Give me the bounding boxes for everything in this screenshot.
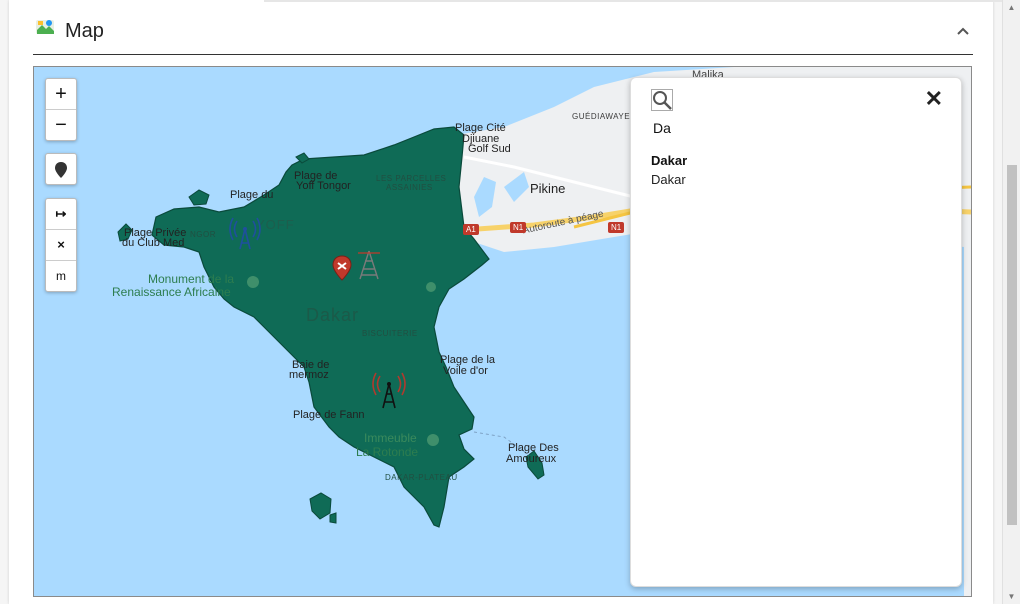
map-app-icon bbox=[36, 20, 54, 34]
map-label: Immeuble bbox=[364, 431, 417, 445]
map-label: DAKAR-PLATEAU bbox=[385, 473, 458, 482]
map-label: du Club Med bbox=[122, 237, 185, 249]
map-label: Pikine bbox=[530, 181, 566, 196]
map-label: Voile d'or bbox=[443, 365, 488, 377]
unit-toggle-button[interactable]: m bbox=[46, 261, 76, 291]
section-title: Map bbox=[65, 20, 104, 42]
zoom-out-button[interactable]: − bbox=[46, 110, 76, 140]
radio-tower-blue-icon[interactable] bbox=[228, 215, 262, 251]
marker-control bbox=[45, 153, 77, 185]
measure-control: ↦ × m bbox=[45, 198, 77, 292]
map-label: ASSAINIES bbox=[386, 183, 433, 192]
map-label: Yoff Tongor bbox=[296, 180, 351, 192]
map-label: Plage de Fann bbox=[293, 409, 365, 421]
map-label: Renaissance Africaine bbox=[112, 285, 231, 299]
map-label: mermoz bbox=[289, 369, 329, 381]
map-pin-red-icon[interactable] bbox=[330, 254, 354, 282]
search-input[interactable] bbox=[653, 118, 933, 138]
close-icon[interactable]: ✕ bbox=[925, 88, 943, 110]
measure-button[interactable]: ↦ bbox=[46, 199, 76, 230]
search-result-item[interactable]: Dakar Dakar bbox=[651, 153, 687, 187]
map-label: La Rotonde bbox=[356, 445, 419, 459]
map-label: NGOR bbox=[190, 230, 216, 239]
map-label: Amoureux bbox=[506, 453, 557, 465]
radio-tower-red-icon[interactable] bbox=[370, 370, 408, 410]
road-shield-n1: N1 bbox=[510, 222, 527, 233]
map-label: Dakar bbox=[306, 305, 360, 325]
map-section-header: Map bbox=[33, 10, 973, 55]
map-label: LES PARCELLES bbox=[376, 174, 447, 183]
road-shield-n1: N1 bbox=[608, 222, 625, 233]
result-name: Dakar bbox=[651, 153, 688, 168]
map-label: BISCUITERIE bbox=[362, 329, 418, 338]
scroll-up-arrow-icon[interactable]: ▲ bbox=[1007, 3, 1016, 12]
chevron-up-icon[interactable] bbox=[953, 22, 973, 42]
scrollbar-thumb[interactable] bbox=[1007, 165, 1017, 525]
search-icon[interactable] bbox=[651, 89, 673, 111]
map-label: Monument de la bbox=[148, 272, 235, 286]
radio-tower-gray-icon[interactable] bbox=[354, 247, 384, 281]
result-subtitle: Dakar bbox=[651, 172, 686, 187]
scroll-down-arrow-icon[interactable]: ▼ bbox=[1007, 592, 1016, 601]
clear-measure-button[interactable]: × bbox=[46, 230, 76, 261]
map-label: Golf Sud bbox=[468, 143, 511, 155]
map-label: GUÉDIAWAYE bbox=[572, 112, 631, 121]
location-pin-icon bbox=[55, 161, 67, 178]
card-divider bbox=[264, 0, 1004, 2]
location-pin-button[interactable] bbox=[46, 154, 76, 184]
zoom-in-button[interactable]: + bbox=[46, 79, 76, 110]
road-shield-a1: A1 bbox=[463, 224, 479, 235]
map-label: Plage du bbox=[230, 189, 274, 201]
zoom-control: + − bbox=[45, 78, 77, 141]
search-panel: ✕ Dakar Dakar bbox=[630, 77, 962, 587]
page-scrollbar[interactable]: ▲ ▼ bbox=[1002, 0, 1020, 604]
